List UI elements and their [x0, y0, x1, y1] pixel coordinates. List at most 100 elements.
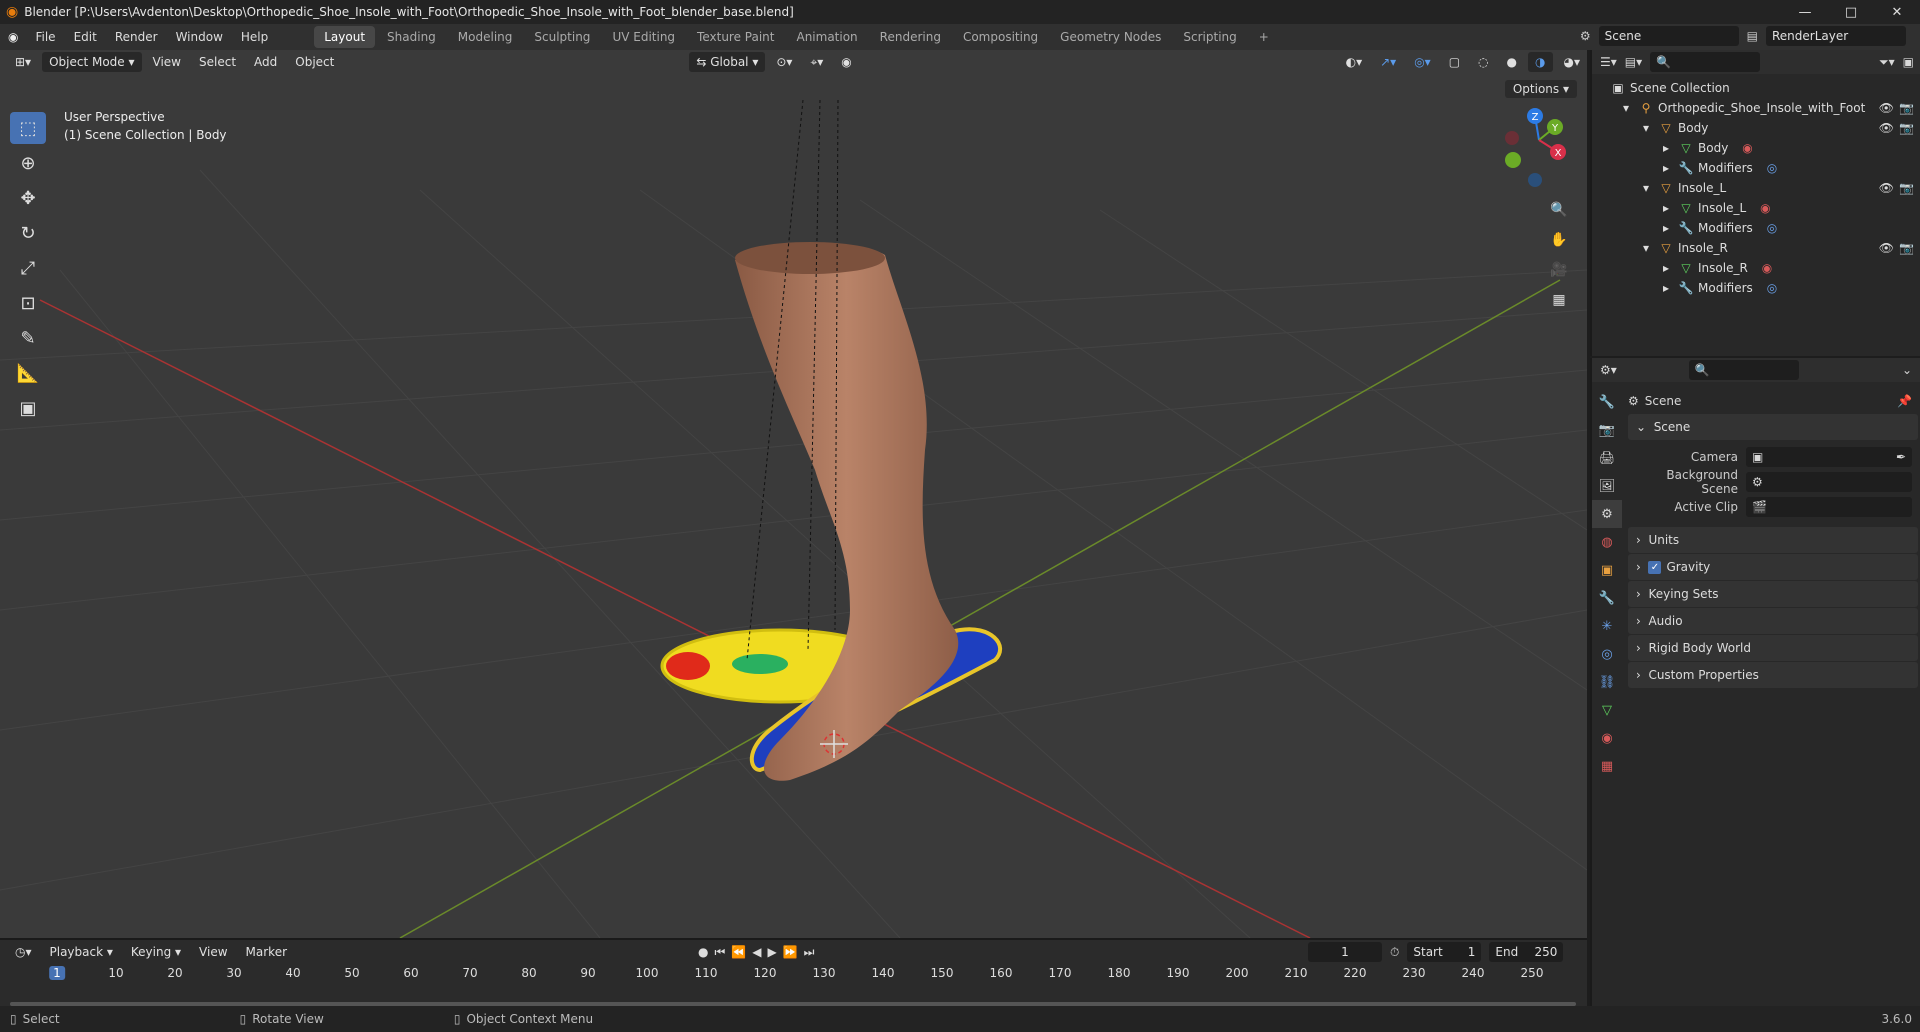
options-button[interactable]: Options ▾ — [1504, 80, 1577, 98]
tab-compositing[interactable]: Compositing — [953, 26, 1048, 48]
measure-tool-icon[interactable]: 📐 — [10, 357, 46, 389]
scene-tab-icon[interactable]: ⚙ — [1592, 500, 1622, 528]
menu-file[interactable]: File — [26, 24, 64, 50]
render-camera-icon[interactable]: 📷 — [1899, 181, 1914, 195]
start-frame-field[interactable]: Start 1 — [1407, 942, 1482, 962]
material-tab-icon[interactable]: ◉ — [1592, 724, 1622, 752]
tree-item[interactable]: ▾ ▽ Insole_R 👁 📷 — [1592, 238, 1920, 258]
output-tab-icon[interactable]: 🖨 — [1592, 444, 1622, 472]
tab-texture-paint[interactable]: Texture Paint — [687, 26, 784, 48]
render-camera-icon[interactable]: 📷 — [1899, 241, 1914, 255]
tab-layout[interactable]: Layout — [314, 26, 376, 48]
navigation-gizmo[interactable]: Z Y X — [1505, 108, 1566, 187]
orientation-selector[interactable]: ⇆ Global ▾ — [689, 52, 766, 72]
properties-editor-icon[interactable]: ⚙▾ — [1600, 363, 1617, 377]
camera-view-icon[interactable]: 🎥 — [1545, 256, 1573, 284]
tree-item[interactable]: ▸ ▽ Body ◉ — [1592, 138, 1920, 158]
tree-item[interactable]: ▸ 🔧 Modifiers ◎ — [1592, 158, 1920, 178]
texture-tab-icon[interactable]: ▦ — [1592, 752, 1622, 780]
menu-window[interactable]: Window — [167, 24, 232, 50]
rotate-tool-icon[interactable]: ↻ — [10, 217, 46, 249]
view-menu[interactable]: View — [146, 52, 188, 72]
tree-item[interactable]: ▾ ⚲ Orthopedic_Shoe_Insole_with_Foot 👁 📷 — [1592, 98, 1920, 118]
object-menu[interactable]: Object — [288, 52, 341, 72]
tab-sculpting[interactable]: Sculpting — [524, 26, 600, 48]
tab-shading[interactable]: Shading — [377, 26, 446, 48]
shading-rendered-icon[interactable]: ◕▾ — [1557, 52, 1588, 72]
add-cube-tool-icon[interactable]: ▣ — [10, 392, 46, 424]
scene-selector-icon[interactable]: ⚙ — [1580, 29, 1591, 43]
pan-hand-icon[interactable]: ✋ — [1545, 226, 1573, 254]
3d-viewport[interactable]: Z Y X ⊞▾ Object Mode ▾ View Select Add O… — [0, 50, 1587, 938]
timeline-editor-icon[interactable]: ◷▾ — [8, 942, 39, 962]
material-icon[interactable]: ◉ — [1742, 141, 1752, 155]
tab-geometry-nodes[interactable]: Geometry Nodes — [1050, 26, 1171, 48]
view-layer-icon[interactable]: ▤ — [1747, 29, 1758, 43]
visibility-icon[interactable]: ◐▾ — [1339, 52, 1370, 72]
maximize-button[interactable]: □ — [1828, 0, 1874, 24]
world-tab-icon[interactable]: ◍ — [1592, 528, 1622, 556]
pin-icon[interactable]: 📌 — [1897, 394, 1912, 408]
shading-solid-icon[interactable]: ● — [1500, 52, 1524, 72]
render-camera-icon[interactable]: 📷 — [1899, 121, 1914, 135]
overlay-icon[interactable]: ◎▾ — [1407, 52, 1438, 72]
proportional-edit-icon[interactable]: ◉ — [834, 52, 858, 72]
modifier-icon[interactable]: ◎ — [1767, 221, 1777, 235]
filter-icon[interactable]: ⏷▾ — [1879, 55, 1895, 70]
object-tab-icon[interactable]: ▣ — [1592, 556, 1622, 584]
scale-tool-icon[interactable]: ⤢ — [10, 252, 46, 284]
visibility-eye-icon[interactable]: 👁 — [1879, 121, 1894, 135]
close-button[interactable]: ✕ — [1874, 0, 1920, 24]
particles-tab-icon[interactable]: ✳ — [1592, 612, 1622, 640]
tree-item[interactable]: ▸ ▽ Insole_R ◉ — [1592, 258, 1920, 278]
blender-menu-icon[interactable]: ◉ — [0, 30, 26, 44]
data-tab-icon[interactable]: ▽ — [1592, 696, 1622, 724]
tab-animation[interactable]: Animation — [786, 26, 867, 48]
next-keyframe-icon[interactable]: ⏩ — [783, 945, 798, 960]
editor-type-icon[interactable]: ⊞▾ — [8, 52, 38, 72]
shading-material-icon[interactable]: ◑ — [1528, 52, 1553, 72]
current-frame-marker[interactable]: 1 — [49, 966, 65, 980]
ortho-toggle-icon[interactable]: ▦ — [1545, 286, 1573, 314]
tree-item[interactable]: ▸ 🔧 Modifiers ◎ — [1592, 278, 1920, 298]
mode-selector[interactable]: Object Mode ▾ — [42, 52, 142, 72]
zoom-icon[interactable]: 🔍 — [1545, 196, 1573, 224]
prev-keyframe-icon[interactable]: ⏪ — [731, 945, 746, 960]
scene-field[interactable]: Scene — [1598, 26, 1739, 46]
tab-rendering[interactable]: Rendering — [870, 26, 951, 48]
new-collection-icon[interactable]: ▣ — [1903, 55, 1914, 69]
cursor-tool-icon[interactable]: ⊕ — [10, 147, 46, 179]
jump-end-icon[interactable]: ⏭ — [804, 945, 815, 960]
clock-icon[interactable]: ⏱ — [1390, 945, 1399, 960]
tree-item[interactable]: ▾ ▽ Insole_L 👁 📷 — [1592, 178, 1920, 198]
modifier-icon[interactable]: ◎ — [1767, 161, 1777, 175]
units-panel[interactable]: › Units — [1628, 527, 1918, 553]
menu-edit[interactable]: Edit — [65, 24, 106, 50]
gravity-checkbox[interactable]: ✓ — [1648, 560, 1662, 574]
tool-tab-icon[interactable]: 🔧 — [1592, 388, 1622, 416]
xray-icon[interactable]: ▢ — [1442, 52, 1467, 72]
move-tool-icon[interactable]: ✥ — [10, 182, 46, 214]
current-frame-field[interactable]: 1 — [1308, 942, 1382, 962]
display-mode-icon[interactable]: ▤▾ — [1625, 55, 1642, 69]
timeline-view-menu[interactable]: View — [192, 942, 234, 962]
visibility-eye-icon[interactable]: 👁 — [1879, 181, 1894, 195]
tree-item[interactable]: ▸ ▽ Insole_L ◉ — [1592, 198, 1920, 218]
jump-start-icon[interactable]: ⏮ — [714, 945, 725, 960]
material-icon[interactable]: ◉ — [1760, 201, 1770, 215]
render-camera-icon[interactable]: 📷 — [1899, 101, 1914, 115]
play-reverse-icon[interactable]: ◀ — [752, 945, 761, 960]
timeline-ruler[interactable]: 1 10 20 30 40 50 60 70 80 90 100 110 120 130 140 150 160… — [0, 964, 1587, 984]
transform-tool-icon[interactable]: ⊡ — [10, 287, 46, 319]
record-icon[interactable]: ● — [698, 945, 708, 960]
tab-scripting[interactable]: Scripting — [1173, 26, 1246, 48]
collapse-icon[interactable]: ⌄ — [1902, 363, 1912, 377]
view-layer-field[interactable]: RenderLayer — [1766, 26, 1906, 46]
outliner-search-input[interactable]: 🔍 — [1650, 52, 1761, 72]
tab-uv-editing[interactable]: UV Editing — [602, 26, 685, 48]
snap-icon[interactable]: ⌖▾ — [803, 52, 830, 72]
marker-menu[interactable]: Marker — [239, 942, 294, 962]
properties-search-input[interactable]: 🔍 — [1688, 360, 1799, 380]
add-workspace-button[interactable]: + — [1249, 26, 1279, 48]
modifiers-tab-icon[interactable]: 🔧 — [1592, 584, 1622, 612]
